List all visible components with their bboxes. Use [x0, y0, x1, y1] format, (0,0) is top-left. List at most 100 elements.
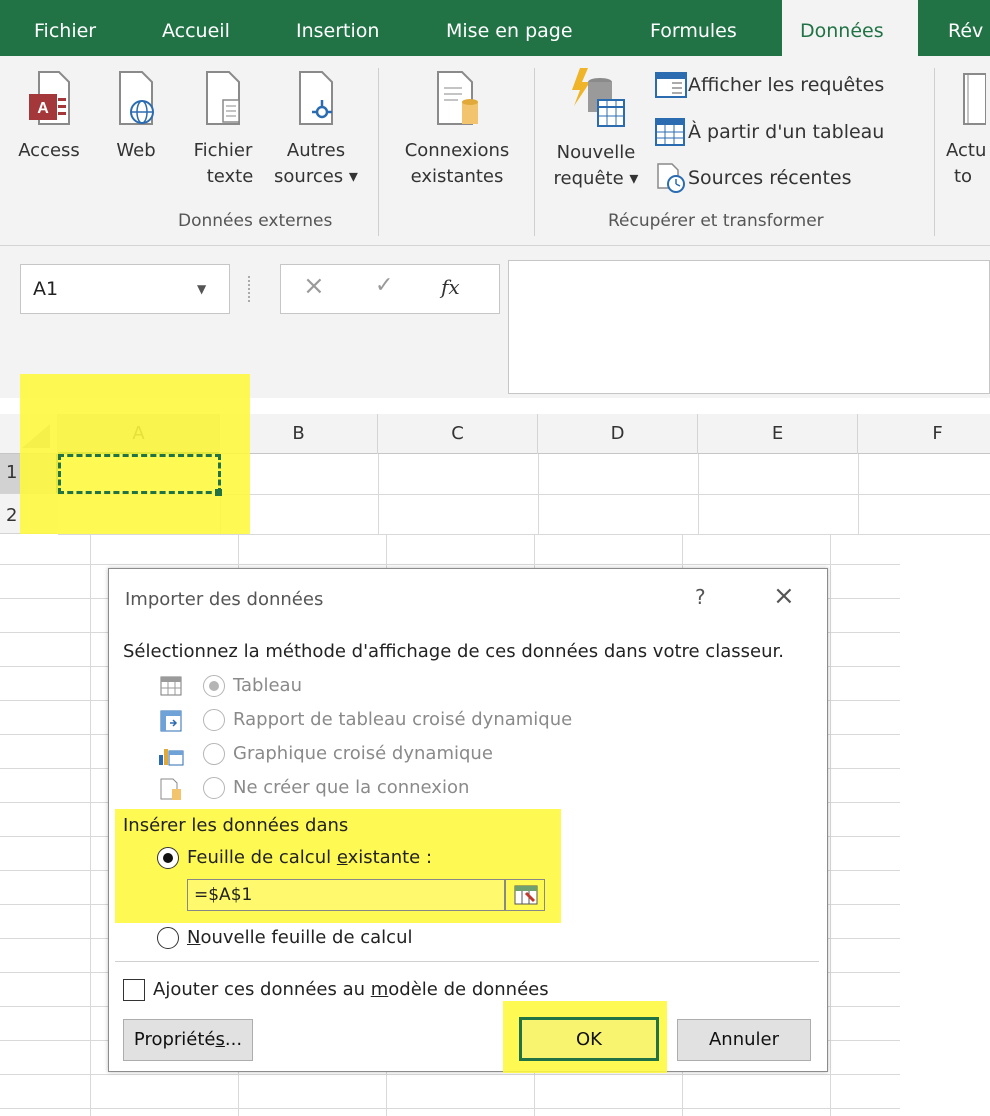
tab-donnees[interactable]: Données [782, 0, 918, 58]
radio-table[interactable] [203, 675, 225, 697]
text-file-icon [201, 68, 245, 128]
selected-cell-a1[interactable] [58, 454, 221, 494]
insert-section-label: Insérer les données dans [123, 815, 349, 836]
group-label-get-transform: Récupérer et transformer [608, 211, 824, 231]
tab-fichier[interactable]: Fichier [34, 0, 96, 56]
formula-buttons: × ✓ fx [280, 264, 500, 314]
tab-mise-en-page[interactable]: Mise en page [446, 0, 573, 56]
ribbon-separator [534, 68, 535, 236]
fill-handle[interactable] [215, 489, 222, 496]
grid-line [58, 534, 990, 535]
tab-accueil[interactable]: Accueil [162, 0, 230, 56]
radio-pivot-table-label: Rapport de tableau croisé dynamique [233, 709, 573, 730]
radio-connection-only[interactable] [203, 777, 225, 799]
refresh-icon [946, 68, 986, 128]
range-input-value: =$A$1 [194, 885, 253, 905]
view-method-prompt: Sélectionnez la méthode d'affichage de c… [123, 641, 784, 662]
column-header-e[interactable]: E [698, 414, 858, 454]
text-file-button[interactable]: Fichier texte [186, 68, 260, 190]
radio-table-label: Tableau [233, 675, 302, 696]
text-file-label-1: Fichier [193, 140, 253, 161]
recent-sources-button[interactable]: Sources récentes [654, 162, 852, 194]
help-button[interactable]: ? [695, 585, 706, 609]
import-data-dialog: Importer des données ? × Sélectionnez la… [108, 568, 828, 1073]
recent-sources-icon [654, 162, 688, 194]
radio-existing-sheet-label: Feuille de calcul existante : [187, 847, 433, 868]
new-query-icon [566, 66, 626, 132]
radio-new-sheet[interactable] [157, 927, 179, 949]
properties-button[interactable]: Propriétés... [123, 1019, 253, 1061]
globe-icon [114, 68, 158, 128]
pivot-chart-icon [157, 743, 185, 771]
show-queries-label: Afficher les requêtes [688, 74, 885, 96]
refresh-label-1: Actu [946, 140, 987, 161]
svg-text:A: A [37, 100, 49, 117]
show-queries-button[interactable]: Afficher les requêtes [654, 70, 884, 100]
table-icon [159, 675, 183, 701]
access-icon: A [27, 68, 71, 128]
collapse-dialog-icon [514, 885, 538, 909]
enter-icon[interactable]: ✓ [375, 273, 393, 298]
grid-line [538, 454, 539, 534]
group-label-external-data: Données externes [178, 211, 333, 231]
add-to-model-checkbox[interactable] [123, 979, 145, 1001]
existing-connections-label-2: existantes [410, 166, 504, 187]
formula-bar-splitter[interactable] [248, 276, 254, 302]
grid-line [698, 454, 699, 534]
column-header-d[interactable]: D [538, 414, 698, 454]
radio-pivot-chart-label: Graphique croisé dynamique [233, 743, 493, 764]
chevron-down-icon[interactable]: ▼ [197, 265, 206, 313]
text-file-label-2: texte [206, 166, 254, 187]
ribbon-tab-bar: Fichier Accueil Insertion Mise en page F… [0, 0, 990, 58]
refresh-label-2: to [954, 166, 973, 187]
ok-button[interactable]: OK [519, 1017, 659, 1061]
refresh-all-button[interactable]: Actu to [946, 68, 990, 190]
existing-connections-button[interactable]: Connexions existantes [392, 68, 522, 190]
pivot-table-icon [159, 709, 183, 737]
name-box[interactable]: A1 ▼ [20, 264, 230, 314]
range-input[interactable]: =$A$1 [187, 879, 505, 911]
other-sources-button[interactable]: Autres sources ▾ [268, 68, 364, 190]
other-sources-label-2: sources ▾ [274, 166, 358, 187]
column-header-f[interactable]: F [858, 414, 990, 454]
insert-function-icon[interactable]: fx [441, 275, 460, 299]
radio-connection-only-label: Ne créer que la connexion [233, 777, 470, 798]
new-query-button[interactable]: Nouvelle requête ▾ [544, 66, 648, 192]
table-icon [654, 116, 688, 148]
column-header-c[interactable]: C [378, 414, 538, 454]
tab-formules[interactable]: Formules [650, 0, 737, 56]
from-table-label: À partir d'un tableau [688, 121, 885, 143]
ribbon-separator [378, 68, 379, 236]
existing-connections-label-1: Connexions [404, 140, 510, 161]
from-table-button[interactable]: À partir d'un tableau [654, 116, 884, 148]
other-sources-label-1: Autres [286, 140, 346, 161]
name-box-value: A1 [33, 278, 59, 300]
formula-input[interactable] [508, 260, 990, 394]
grid-line [858, 454, 859, 534]
show-queries-icon [654, 70, 688, 100]
recent-sources-label: Sources récentes [688, 167, 852, 189]
dialog-divider [115, 961, 819, 962]
new-query-label-2: requête ▾ [553, 168, 639, 189]
add-to-model-label: Ajouter ces données au modèle de données [153, 979, 549, 1000]
web-button[interactable]: Web [108, 68, 164, 164]
other-sources-icon [294, 68, 338, 128]
connection-only-icon [159, 777, 183, 805]
radio-new-sheet-label: Nouvelle feuille de calcul [187, 927, 413, 948]
cancel-icon[interactable]: × [303, 271, 325, 301]
access-button[interactable]: A Access [14, 68, 84, 164]
close-icon[interactable]: × [773, 581, 795, 611]
ribbon-separator [934, 68, 935, 236]
access-label: Access [18, 140, 80, 161]
existing-connections-icon [432, 68, 482, 128]
radio-pivot-table[interactable] [203, 709, 225, 731]
grid-line [378, 454, 379, 534]
radio-pivot-chart[interactable] [203, 743, 225, 765]
cancel-button[interactable]: Annuler [677, 1019, 811, 1061]
tab-revision[interactable]: Rév [948, 0, 983, 56]
range-selector-button[interactable] [505, 879, 545, 911]
tab-insertion[interactable]: Insertion [296, 0, 379, 56]
ribbon: A Access Web Fichier texte Autres source… [0, 56, 990, 246]
dialog-title: Importer des données [125, 589, 324, 610]
radio-existing-sheet[interactable] [157, 847, 179, 869]
